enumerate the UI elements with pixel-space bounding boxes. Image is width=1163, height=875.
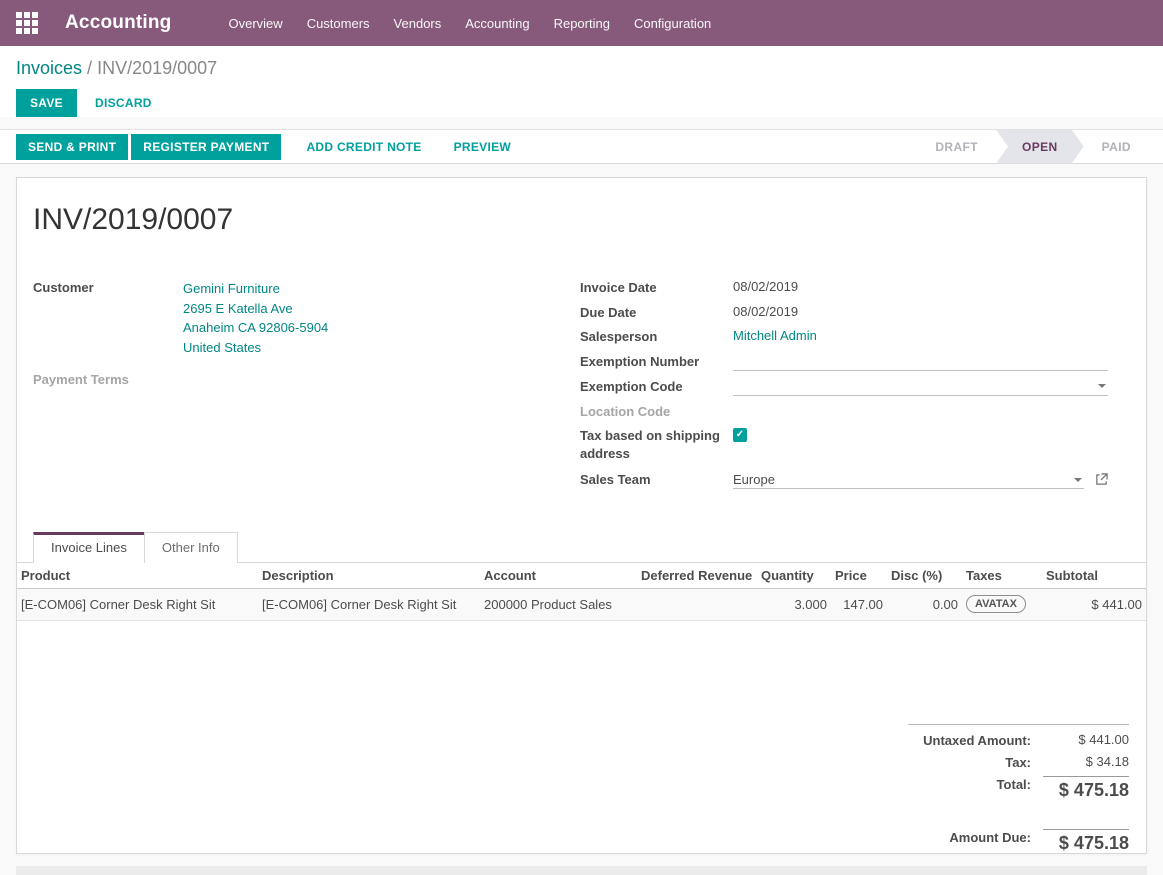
menu-item-customers[interactable]: Customers (305, 10, 372, 37)
amount-due-value: $ 475.18 (1043, 829, 1129, 854)
save-button[interactable]: SAVE (16, 89, 77, 117)
salesperson-value[interactable]: Mitchell Admin (733, 328, 817, 343)
breadcrumb-current: INV/2019/0007 (97, 58, 217, 78)
col-account[interactable]: Account (480, 563, 637, 589)
app-title[interactable]: Accounting (65, 12, 172, 34)
status-draft[interactable]: DRAFT (917, 130, 996, 164)
tab-other-info[interactable]: Other Info (144, 532, 238, 563)
caret-down-icon[interactable] (1098, 384, 1106, 388)
invoice-number-title: INV/2019/0007 (33, 203, 1130, 237)
cell-product[interactable]: [E-COM06] Corner Desk Right Sit (17, 589, 258, 621)
main-menu: Overview Customers Vendors Accounting Re… (227, 10, 714, 37)
status-bar: DRAFT OPEN PAID (917, 130, 1149, 164)
customer-street[interactable]: 2695 E Katella Ave (183, 299, 328, 319)
exemption-code-label: Exemption Code (580, 378, 733, 396)
col-subtotal[interactable]: Subtotal (1042, 563, 1146, 589)
cell-description[interactable]: [E-COM06] Corner Desk Right Sit (258, 589, 480, 621)
cell-quantity[interactable]: 3.000 (757, 589, 831, 621)
tab-invoice-lines[interactable]: Invoice Lines (33, 532, 145, 563)
col-description[interactable]: Description (258, 563, 480, 589)
breadcrumb-invoices-link[interactable]: Invoices (16, 58, 82, 78)
top-navbar: Accounting Overview Customers Vendors Ac… (0, 0, 1163, 46)
content-area: INV/2019/0007 Customer Gemini Furniture … (0, 164, 1163, 875)
customer-city[interactable]: Anaheim CA 92806-5904 (183, 318, 328, 338)
due-date-label: Due Date (580, 304, 733, 322)
control-panel: SEND & PRINT REGISTER PAYMENT ADD CREDIT… (0, 129, 1163, 164)
col-deferred-revenue[interactable]: Deferred Revenue (637, 563, 757, 589)
customer-country[interactable]: United States (183, 338, 328, 358)
untaxed-amount-value: $ 441.00 (1043, 732, 1129, 747)
discard-button[interactable]: DISCARD (85, 89, 162, 117)
exemption-number-input[interactable] (733, 353, 1108, 371)
menu-item-vendors[interactable]: Vendors (392, 10, 444, 37)
invoice-line-row[interactable]: [E-COM06] Corner Desk Right Sit [E-COM06… (17, 589, 1146, 621)
location-code-label: Location Code (580, 403, 733, 421)
invoice-date-value[interactable]: 08/02/2019 (733, 279, 1130, 294)
exemption-number-label: Exemption Number (580, 353, 733, 371)
invoice-sheet: INV/2019/0007 Customer Gemini Furniture … (16, 177, 1147, 854)
invoice-lines-table: Product Description Account Deferred Rev… (17, 563, 1146, 621)
apps-grid-icon[interactable] (16, 12, 38, 34)
menu-item-accounting[interactable]: Accounting (463, 10, 531, 37)
amount-due-label: Amount Due: (908, 829, 1031, 845)
check-icon: ✓ (736, 430, 744, 440)
sales-team-value: Europe (733, 472, 775, 487)
due-date-value[interactable]: 08/02/2019 (733, 304, 1130, 319)
tax-shipping-checkbox[interactable]: ✓ (733, 428, 747, 442)
tax-value: $ 34.18 (1043, 754, 1129, 769)
table-header-row: Product Description Account Deferred Rev… (17, 563, 1146, 589)
tax-shipping-label: Tax based on shipping address (580, 427, 733, 462)
customer-address-block: Gemini Furniture 2695 E Katella Ave Anah… (183, 279, 328, 357)
sales-team-select[interactable]: Europe (733, 471, 1084, 489)
totals-block: Untaxed Amount: $ 441.00 Tax: $ 34.18 To… (908, 724, 1129, 807)
cell-deferred-revenue[interactable] (637, 589, 757, 621)
tax-label: Tax: (908, 754, 1031, 770)
status-paid[interactable]: PAID (1084, 130, 1149, 164)
menu-item-configuration[interactable]: Configuration (632, 10, 713, 37)
status-open[interactable]: OPEN (996, 130, 1084, 164)
total-label: Total: (908, 776, 1031, 792)
payment-terms-label: Payment Terms (33, 371, 183, 389)
invoice-date-label: Invoice Date (580, 279, 733, 297)
invoice-fields: Customer Gemini Furniture 2695 E Katella… (33, 279, 1130, 496)
cell-price[interactable]: 147.00 (831, 589, 887, 621)
fields-left-column: Customer Gemini Furniture 2695 E Katella… (33, 279, 580, 496)
col-taxes[interactable]: Taxes (962, 563, 1042, 589)
menu-item-overview[interactable]: Overview (227, 10, 285, 37)
register-payment-button[interactable]: REGISTER PAYMENT (131, 134, 281, 160)
salesperson-label: Salesperson (580, 328, 733, 346)
col-product[interactable]: Product (17, 563, 258, 589)
untaxed-amount-label: Untaxed Amount: (908, 732, 1031, 748)
send-print-button[interactable]: SEND & PRINT (16, 134, 128, 160)
tax-badge[interactable]: AVATAX (966, 595, 1026, 613)
breadcrumb: Invoices / INV/2019/0007 (16, 58, 1147, 79)
add-credit-note-button[interactable]: ADD CREDIT NOTE (296, 133, 431, 161)
cell-disc[interactable]: 0.00 (887, 589, 962, 621)
col-disc[interactable]: Disc (%) (887, 563, 962, 589)
menu-item-reporting[interactable]: Reporting (552, 10, 612, 37)
fields-right-column: Invoice Date 08/02/2019 Due Date 08/02/2… (580, 279, 1130, 496)
document-action-buttons: SEND & PRINT REGISTER PAYMENT ADD CREDIT… (16, 133, 917, 161)
exemption-code-select[interactable] (733, 378, 1108, 396)
breadcrumb-separator: / (82, 58, 97, 78)
breadcrumb-zone: Invoices / INV/2019/0007 SAVE DISCARD (0, 46, 1163, 117)
sales-team-label: Sales Team (580, 471, 733, 489)
cell-account[interactable]: 200000 Product Sales (480, 589, 637, 621)
customer-label: Customer (33, 279, 183, 297)
col-price[interactable]: Price (831, 563, 887, 589)
total-value: $ 475.18 (1043, 776, 1129, 801)
external-link-icon[interactable] (1095, 473, 1108, 486)
form-action-buttons: SAVE DISCARD (16, 89, 1147, 117)
cell-taxes[interactable]: AVATAX (962, 589, 1042, 621)
amount-due-block: Amount Due: $ 475.18 (908, 829, 1129, 854)
col-quantity[interactable]: Quantity (757, 563, 831, 589)
page-footer-strip (16, 866, 1147, 875)
caret-down-icon[interactable] (1074, 478, 1082, 482)
customer-name-link[interactable]: Gemini Furniture (183, 279, 328, 299)
cell-subtotal: $ 441.00 (1042, 589, 1146, 621)
notebook-tabs: Invoice Lines Other Info (17, 532, 1146, 563)
preview-button[interactable]: PREVIEW (444, 133, 521, 161)
